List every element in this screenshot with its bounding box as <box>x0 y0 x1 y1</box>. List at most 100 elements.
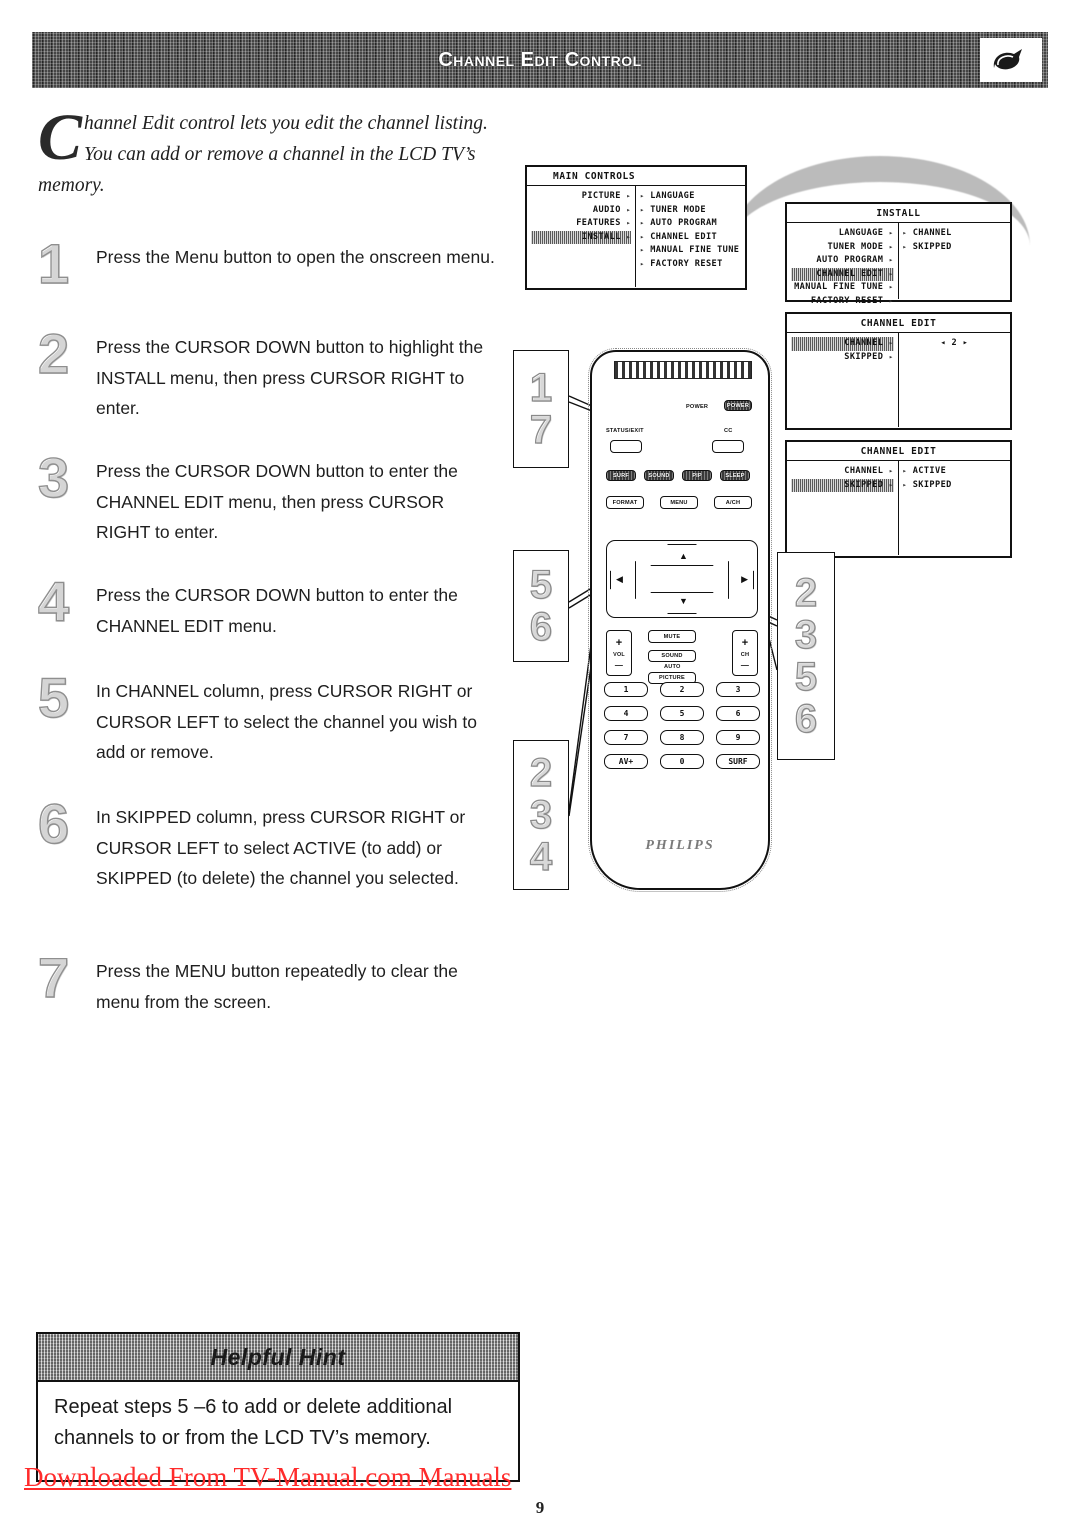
osd-item-label: MANUAL FINE TUNE <box>650 245 740 255</box>
channel-label: CH <box>740 651 750 658</box>
power-button[interactable]: POWER <box>724 400 752 411</box>
osd-left-column: LANGUAGE ▸ TUNER MODE ▸ AUTO PROGRAM ▸ C… <box>787 223 899 306</box>
volume-minus-label: — <box>614 660 624 670</box>
format-button[interactable]: FORMAT <box>606 496 644 509</box>
osd-menu-item-highlighted: SKIPPED ▸ <box>791 478 894 492</box>
key-4[interactable]: 4 <box>604 706 648 721</box>
cc-label: CC <box>724 428 733 434</box>
callout-number: 5 <box>794 655 818 699</box>
osd-main-controls: MAIN CONTROLS PICTURE ▸ AUDIO ▸ FEATURES… <box>525 165 747 290</box>
callout-cursor-down: 2 3 4 <box>513 740 569 890</box>
status-exit-label: STATUS/EXIT <box>606 428 644 434</box>
osd-menu-item: AUTO PROGRAM ▸ <box>791 254 894 268</box>
cc-button[interactable] <box>712 440 744 453</box>
step-number: 6 <box>37 792 70 855</box>
channel-minus-label: — <box>740 660 750 670</box>
osd-menu-item: ▸ SKIPPED <box>903 479 1007 493</box>
osd-menu-item: PICTURE ▸ <box>531 190 631 204</box>
bullet-icon: ▸ <box>902 480 908 489</box>
osd-left-column: CHANNEL ▸ SKIPPED ▸ <box>787 461 899 555</box>
osd-body: LANGUAGE ▸ TUNER MODE ▸ AUTO PROGRAM ▸ C… <box>787 222 1011 306</box>
chevron-right-icon: ▸ <box>888 229 894 237</box>
key-1[interactable]: 1 <box>604 682 648 697</box>
sound-button[interactable]: SOUND <box>644 470 674 481</box>
intro-paragraph: C hannel Edit control lets you edit the … <box>38 101 490 201</box>
key-6[interactable]: 6 <box>716 706 760 721</box>
key-2[interactable]: 2 <box>660 682 704 697</box>
osd-menu-item: AUDIO ▸ <box>531 204 631 218</box>
osd-item-label: SKIPPED <box>912 479 952 490</box>
helpful-hint-body: Repeat steps 5 –6 to add or delete addit… <box>54 1396 453 1449</box>
osd-right-column: ▸ CHANNEL ▸ SKIPPED <box>899 223 1011 299</box>
osd-item-label: AUTO PROGRAM <box>650 218 718 228</box>
key-5[interactable]: 5 <box>660 706 704 721</box>
osd-item-label: FACTORY RESET <box>810 295 884 306</box>
key-7[interactable]: 7 <box>604 730 648 745</box>
osd-right-column: ▸ LANGUAGE ▸ TUNER MODE ▸ AUTO PROGRAM ▸… <box>636 186 745 287</box>
chevron-right-icon: ▸ <box>888 242 894 251</box>
osd-menu-item: TUNER MODE ▸ <box>791 241 894 255</box>
osd-item-label: FEATURES <box>576 218 621 228</box>
step-number: 5 <box>37 666 70 729</box>
cursor-left-icon: ◀ <box>616 574 623 584</box>
osd-item-label: AUDIO <box>592 204 621 215</box>
step-text: In SKIPPED column, press CURSOR RIGHT or… <box>96 807 466 888</box>
osd-menu-item: ▸ CHANNEL EDIT <box>640 231 741 245</box>
chevron-right-icon: ▸ <box>888 269 894 278</box>
callout-menu-button: 1 7 <box>513 350 569 468</box>
callout-number: 3 <box>529 793 553 837</box>
chevron-right-icon: ▸ <box>626 232 631 241</box>
auto-label: AUTO <box>664 664 681 670</box>
volume-rocker[interactable]: + VOL — <box>606 630 632 676</box>
chevron-right-icon: ▸ <box>888 352 894 361</box>
mute-button[interactable]: MUTE <box>648 630 696 643</box>
page-title: Channel Edit Control <box>438 48 642 71</box>
osd-item-label: CHANNEL <box>912 228 952 238</box>
callout-number: 3 <box>794 613 818 657</box>
key-3[interactable]: 3 <box>716 682 760 697</box>
ir-grille-icon <box>614 361 752 379</box>
cursor-pad: ▲ ▼ ◀ ▶ <box>606 540 758 618</box>
bullet-icon: ▸ <box>640 232 645 241</box>
a-ch-button[interactable]: A/CH <box>714 496 752 509</box>
channel-rocker[interactable]: + CH — <box>732 630 758 676</box>
pip-button[interactable]: PIP <box>682 470 712 481</box>
sleep-button[interactable]: SLEEP <box>720 470 750 481</box>
osd-item-label: SKIPPED <box>912 241 952 252</box>
osd-item-label: ACTIVE <box>912 466 947 476</box>
osd-menu-item: ▸ MANUAL FINE TUNE <box>640 244 741 258</box>
menu-button[interactable]: MENU <box>660 496 698 509</box>
step-text: Press the Menu button to open the onscre… <box>96 247 495 267</box>
status-exit-button[interactable] <box>610 440 642 453</box>
intro-text: hannel Edit control lets you edit the ch… <box>38 113 488 196</box>
sound-mode-button[interactable]: SOUND <box>648 650 696 662</box>
cursor-left-button[interactable] <box>610 561 636 599</box>
osd-item-label: LANGUAGE <box>838 228 884 238</box>
bullet-icon: ▸ <box>902 242 908 251</box>
callout-number: 2 <box>529 751 553 795</box>
callout-number: 7 <box>529 408 553 452</box>
intro-dropcap: C <box>38 101 83 174</box>
page-header-banner: Channel Edit Control <box>32 32 1048 88</box>
osd-left-column: PICTURE ▸ AUDIO ▸ FEATURES ▸ INSTALL ▸ <box>527 186 636 287</box>
step-text: Press the CURSOR DOWN button to enter th… <box>96 585 458 636</box>
volume-plus-label: + <box>615 636 623 649</box>
step-text: In CHANNEL column, press CURSOR RIGHT or… <box>96 681 477 762</box>
surf-button[interactable]: SURF <box>606 470 636 481</box>
osd-channel-edit-channel: CHANNEL EDIT CHANNEL ▸ SKIPPED ▸ ◂ 2 ▸ <box>785 312 1012 430</box>
keypad-row: 1 2 3 <box>604 682 760 697</box>
illustration-area: MAIN CONTROLS PICTURE ▸ AUDIO ▸ FEATURES… <box>505 150 1050 910</box>
osd-item-label: PICTURE <box>581 191 621 201</box>
step-text: Press the CURSOR DOWN button to highligh… <box>96 337 484 418</box>
key-9[interactable]: 9 <box>716 730 760 745</box>
key-surf[interactable]: SURF <box>716 754 760 769</box>
chevron-right-icon: ▸ <box>626 219 631 227</box>
osd-left-column: CHANNEL ▸ SKIPPED ▸ <box>787 333 899 427</box>
key-av-plus[interactable]: AV+ <box>604 754 648 769</box>
bullet-icon: ▸ <box>640 219 645 227</box>
key-8[interactable]: 8 <box>660 730 704 745</box>
key-0[interactable]: 0 <box>660 754 704 769</box>
step-number: 3 <box>37 446 70 509</box>
osd-body: CHANNEL ▸ SKIPPED ▸ ◂ 2 ▸ <box>787 332 1010 427</box>
step-text: Press the MENU button repeatedly to clea… <box>96 961 458 1012</box>
